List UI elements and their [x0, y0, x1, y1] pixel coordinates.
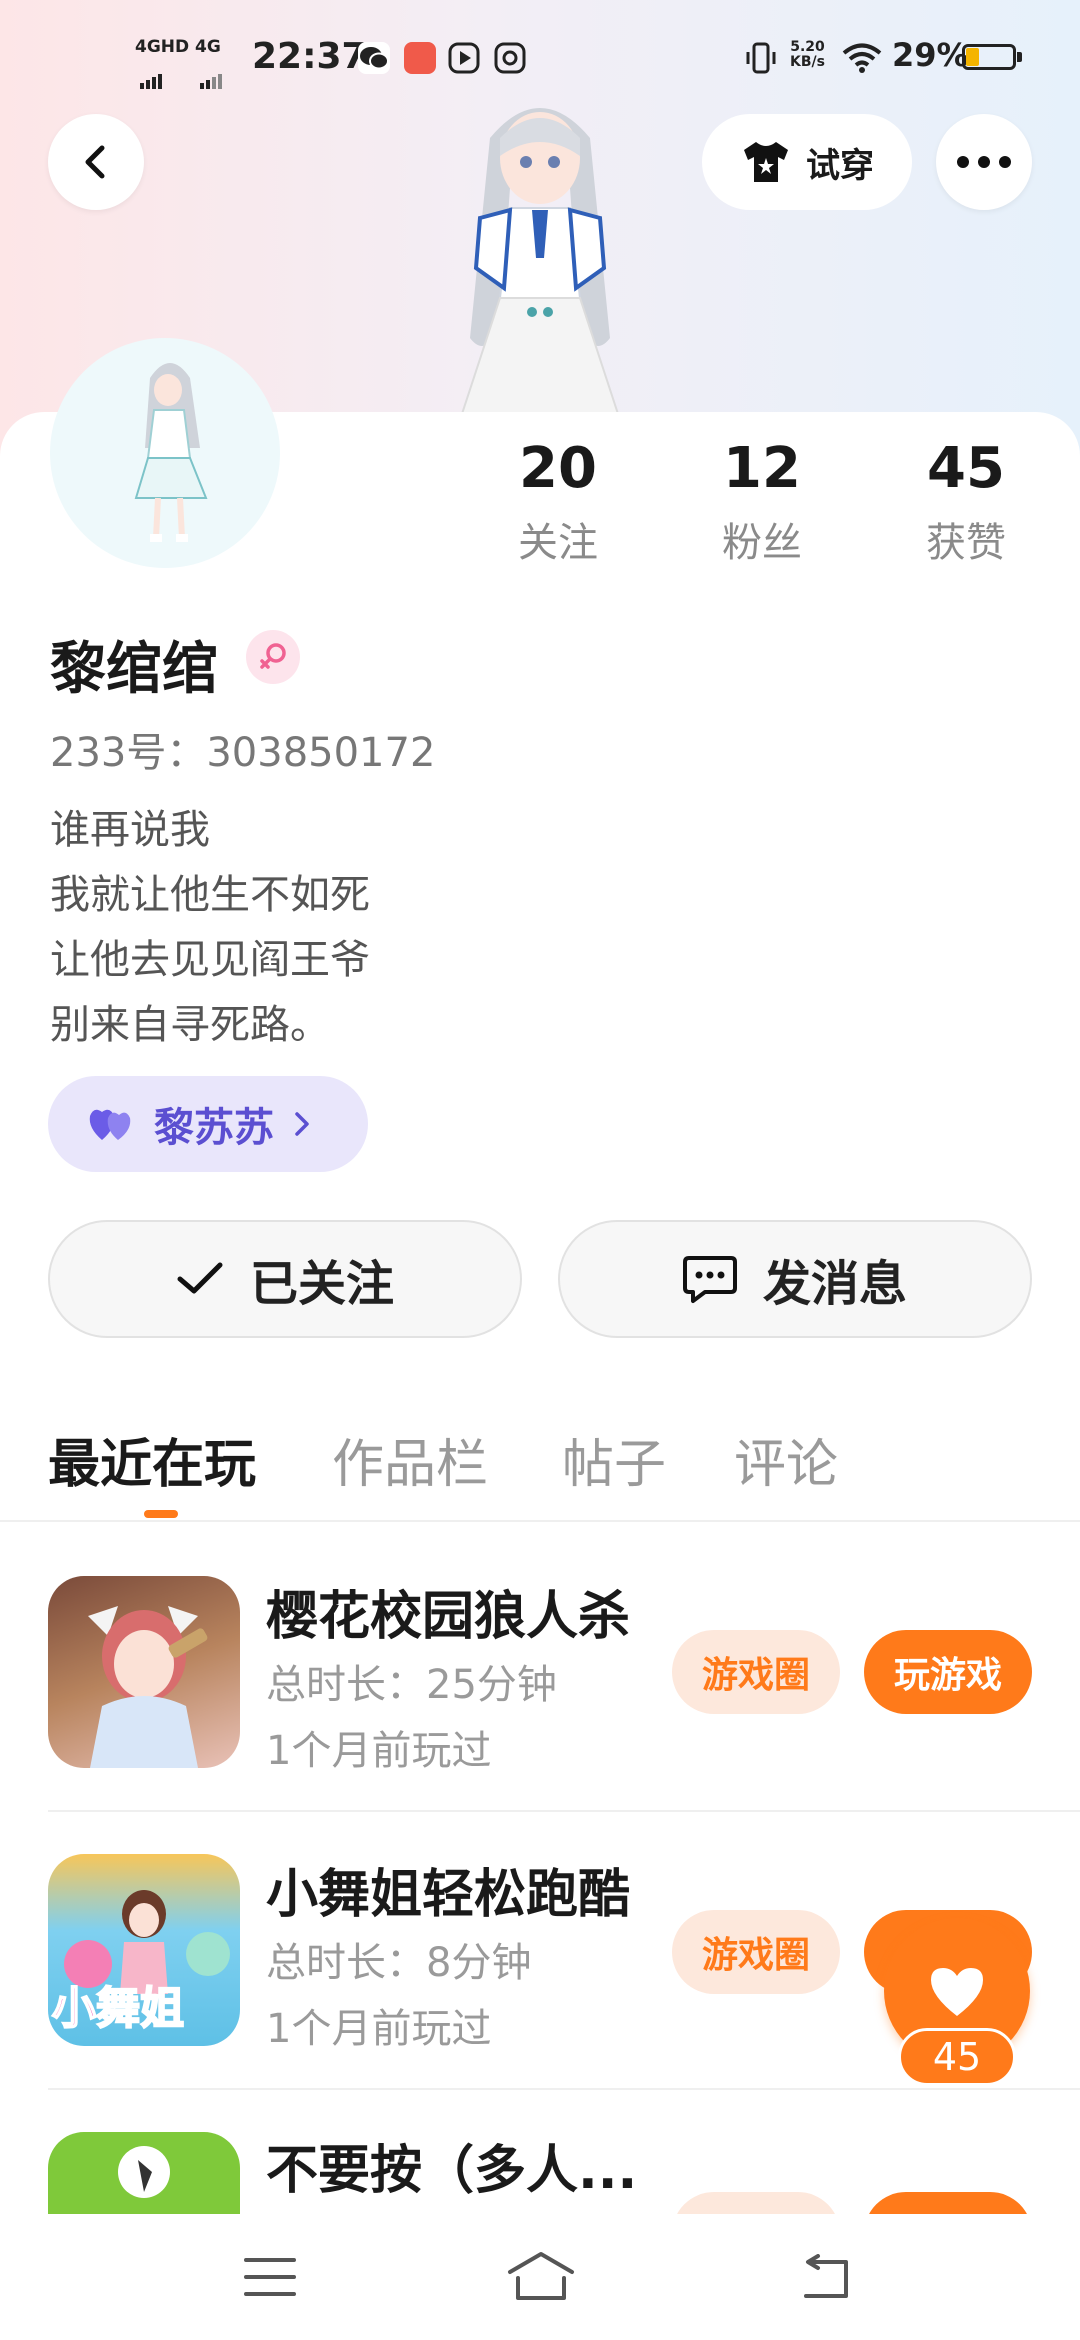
- following-count[interactable]: 20: [478, 436, 638, 501]
- more-button[interactable]: [936, 114, 1032, 210]
- game-circle-button[interactable]: [672, 2192, 840, 2214]
- banner-avatar-figure: [420, 98, 660, 421]
- game-circle-button[interactable]: 游戏圈: [672, 1910, 840, 1994]
- bio-line: 谁再说我: [50, 807, 210, 853]
- game-last-played: 1个月前玩过: [266, 2006, 492, 2052]
- bio-line: 我就让他生不如死: [50, 872, 370, 918]
- signal-icon: [140, 58, 184, 98]
- followed-label: 已关注: [249, 1256, 394, 1312]
- user-id[interactable]: 233号：303850172: [50, 720, 435, 778]
- game-title[interactable]: 樱花校园狼人杀: [266, 1574, 630, 1649]
- game-duration: 总时长：8分钟: [266, 1940, 532, 1986]
- bio-line: 让他去见见阎王爷: [50, 937, 370, 983]
- chevron-right-icon: [295, 1112, 309, 1136]
- game-title[interactable]: 不要按（多人...: [266, 2128, 637, 2203]
- tabs-divider: [0, 1520, 1080, 1522]
- wechat-icon: [358, 42, 390, 74]
- row-divider: [48, 2088, 1080, 2090]
- home-nav-button[interactable]: [506, 2250, 576, 2306]
- heart-icon: [931, 1968, 983, 2016]
- app-notification-icon: [404, 42, 436, 74]
- play-game-button[interactable]: [864, 2192, 1032, 2214]
- menu-nav-button[interactable]: [244, 2256, 296, 2302]
- network-indicator-1: 4GHD: [135, 37, 190, 57]
- game-icon[interactable]: [48, 1576, 240, 1768]
- game-row-clip: 不要按（多人...: [0, 2100, 1080, 2214]
- home-icon: [508, 2252, 574, 2300]
- tab-works[interactable]: 作品栏: [332, 1422, 488, 1497]
- relation-chip[interactable]: 黎苏苏: [48, 1076, 368, 1172]
- likes-count[interactable]: 45: [886, 436, 1046, 501]
- avatar[interactable]: [50, 338, 280, 568]
- chevron-left-icon: [85, 145, 105, 179]
- followers-count[interactable]: 12: [682, 436, 842, 501]
- speed-unit: KB/s: [790, 54, 825, 70]
- game-last-played: 1个月前玩过: [266, 1728, 492, 1774]
- bio: 谁再说我 我就让他生不如死 让他去见见阎王爷 别来自寻死路。: [50, 798, 370, 1058]
- tab-comments[interactable]: 评论: [734, 1422, 838, 1497]
- like-count: 45: [898, 2028, 1016, 2086]
- game-icon[interactable]: [48, 2132, 240, 2214]
- tshirt-icon: [744, 142, 788, 182]
- system-nav-bar: [0, 2214, 1080, 2340]
- profile-name: 黎绾绾: [50, 637, 218, 702]
- try-on-label: 试穿: [806, 145, 874, 186]
- signal-icon-2: [200, 58, 244, 98]
- battery-tip: [1017, 52, 1022, 62]
- active-tab-indicator: [144, 1510, 178, 1518]
- back-icon: [804, 2254, 848, 2298]
- wifi-icon: [842, 42, 882, 83]
- check-icon: [177, 1262, 223, 1294]
- network-indicator-2: 4G: [195, 37, 221, 57]
- row-divider: [48, 1810, 1080, 1812]
- bio-line: 别来自寻死路。: [50, 1002, 330, 1048]
- battery-percent: 29%: [892, 36, 969, 74]
- menu-icon: [244, 2258, 296, 2296]
- vibrate-icon: [744, 42, 778, 83]
- avatar-figure: [134, 363, 208, 542]
- more-dots-icon: [957, 156, 1011, 168]
- send-message-label: 发消息: [762, 1256, 907, 1312]
- battery-level: [966, 48, 979, 66]
- chat-bubble-icon: [682, 1256, 737, 1303]
- app-icon: [494, 42, 526, 74]
- game-circle-button[interactable]: 游戏圈: [672, 1630, 840, 1714]
- game-icon[interactable]: 小舞姐: [48, 1854, 240, 2046]
- network-speed: 5.20 KB/s: [790, 40, 825, 70]
- back-button[interactable]: [48, 114, 144, 210]
- send-message-button[interactable]: 发消息: [558, 1220, 1032, 1338]
- game-title[interactable]: 小舞姐轻松跑酷: [266, 1852, 630, 1927]
- play-game-button[interactable]: 玩游戏: [864, 1630, 1032, 1714]
- followed-button[interactable]: 已关注: [48, 1220, 522, 1338]
- tab-posts[interactable]: 帖子: [562, 1422, 666, 1497]
- likes-label[interactable]: 获赞: [886, 510, 1046, 568]
- relation-chip-label: 黎苏苏: [154, 1105, 274, 1151]
- tab-recently-played[interactable]: 最近在玩: [48, 1422, 256, 1497]
- game-icon-text: 小舞姐: [51, 1982, 185, 2035]
- female-gender-icon: [246, 630, 300, 684]
- game-duration: 总时长：25分钟: [266, 1662, 557, 1708]
- speed-value: 5.20: [790, 39, 825, 55]
- back-nav-button[interactable]: [796, 2254, 852, 2304]
- clock: 22:37: [252, 36, 367, 77]
- play-icon: [448, 42, 480, 74]
- followers-label[interactable]: 粉丝: [682, 510, 842, 568]
- try-on-button[interactable]: 试穿: [702, 114, 912, 210]
- double-heart-icon: [89, 1109, 131, 1140]
- following-label[interactable]: 关注: [478, 510, 638, 568]
